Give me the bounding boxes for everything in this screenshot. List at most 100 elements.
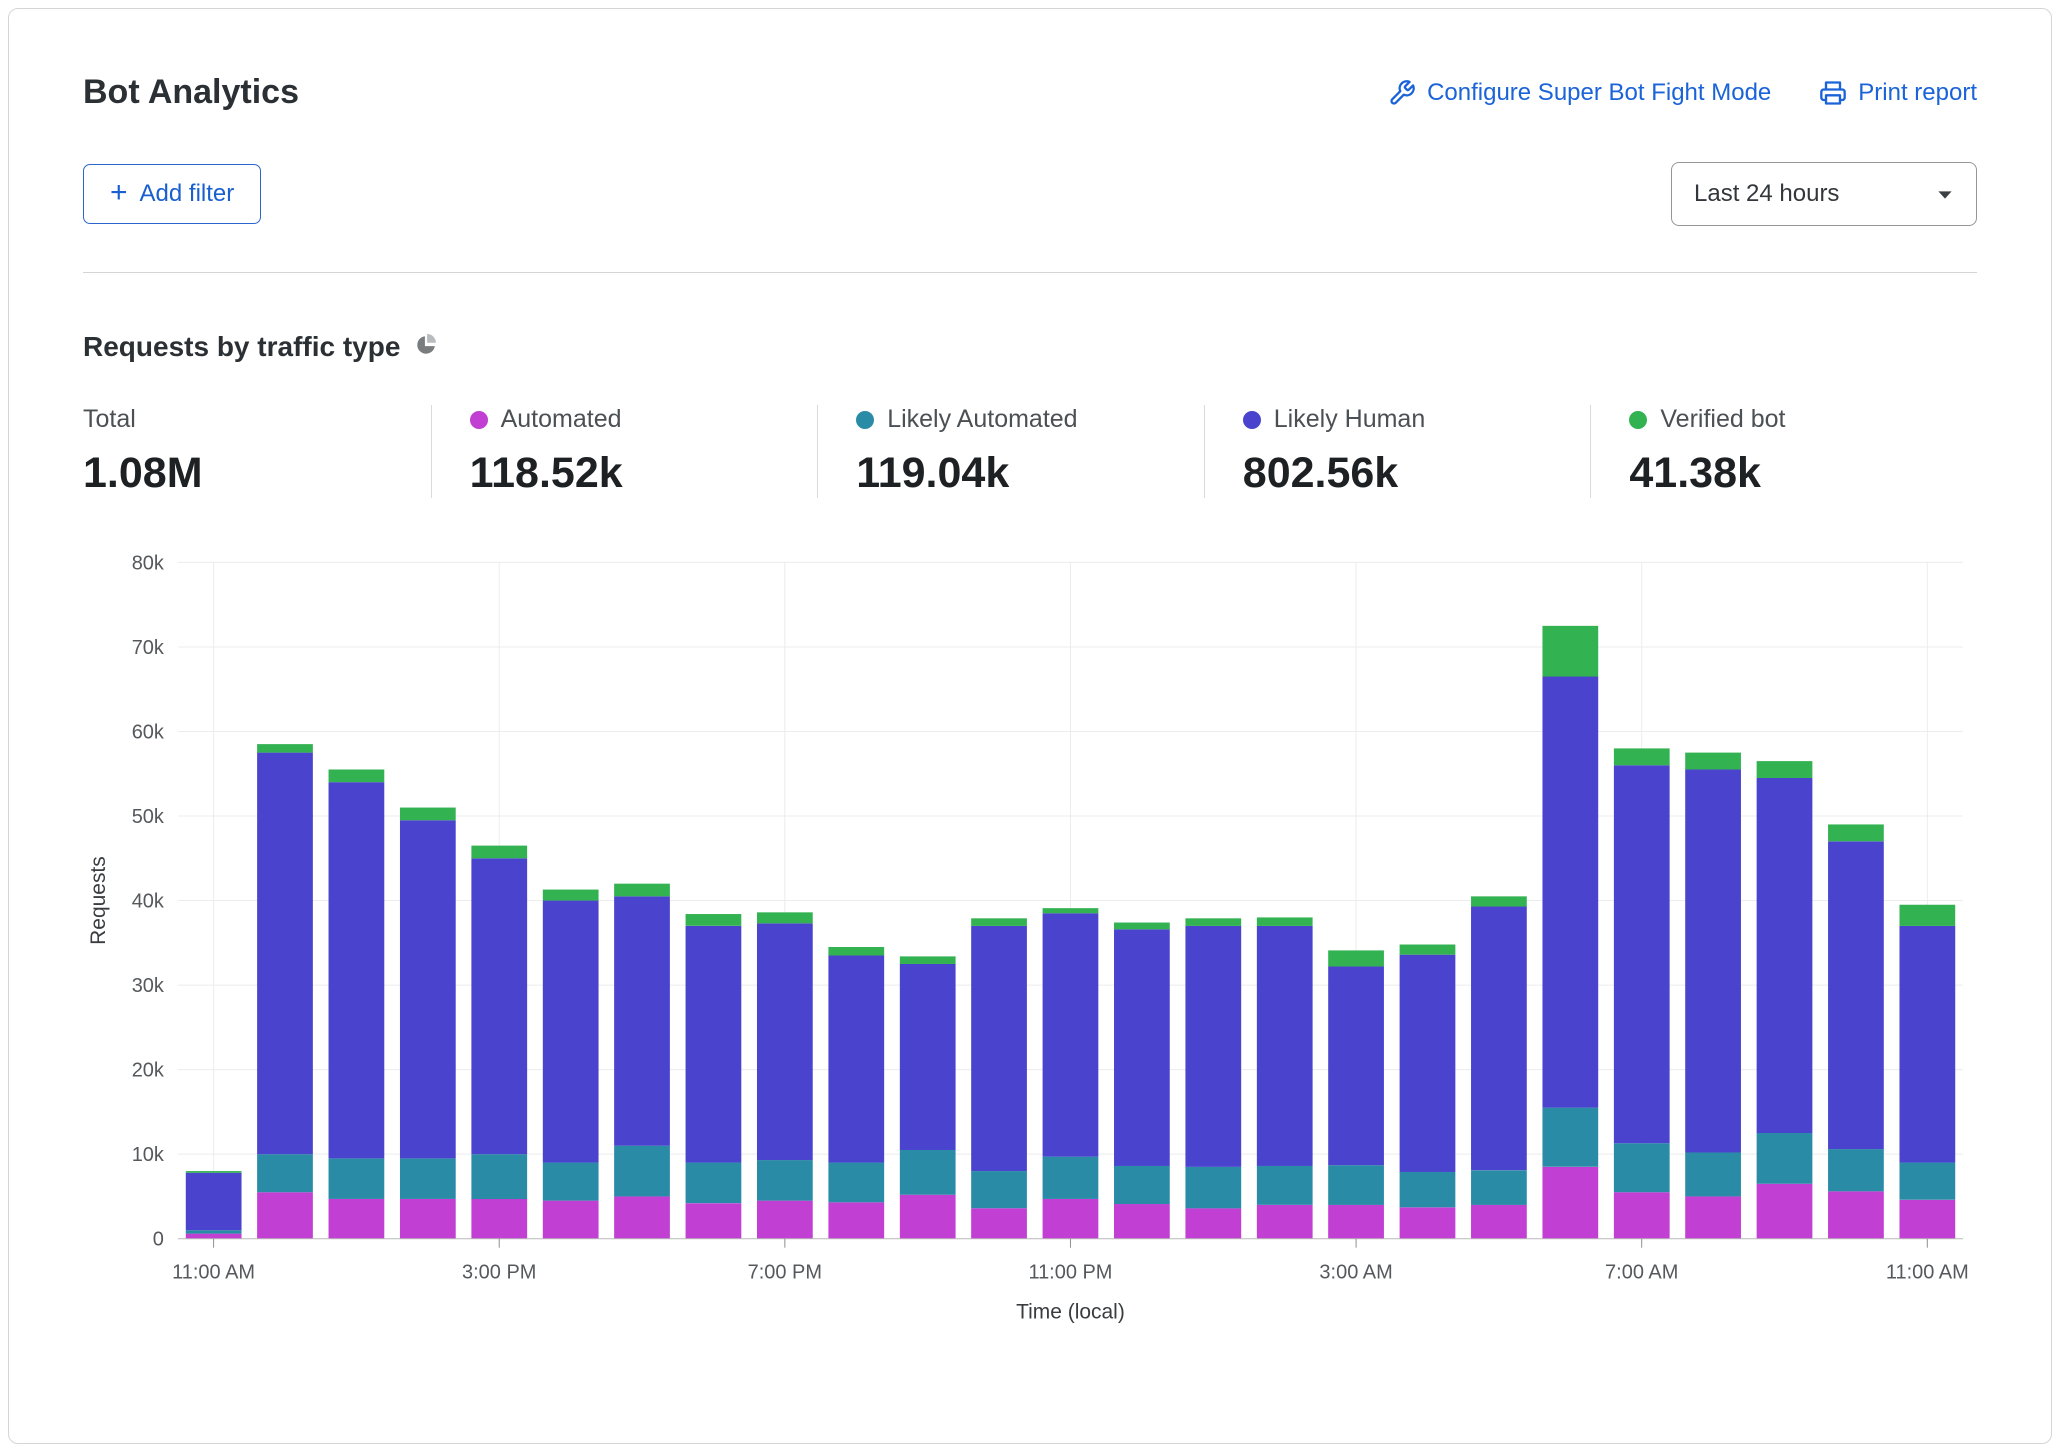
bar-segment-verified-bot[interactable]	[971, 918, 1027, 926]
bar-segment-likely-automated[interactable]	[1400, 1172, 1456, 1207]
bar-segment-automated[interactable]	[900, 1195, 956, 1239]
bar-segment-likely-automated[interactable]	[1328, 1165, 1384, 1205]
bar-segment-automated[interactable]	[1185, 1208, 1241, 1238]
bar-segment-likely-human[interactable]	[1328, 966, 1384, 1165]
bar-segment-verified-bot[interactable]	[1757, 761, 1813, 778]
bar-segment-automated[interactable]	[1542, 1167, 1598, 1239]
bar-segment-likely-human[interactable]	[1757, 778, 1813, 1133]
bar-segment-verified-bot[interactable]	[686, 914, 742, 926]
bar-segment-likely-human[interactable]	[400, 820, 456, 1158]
bar-segment-likely-automated[interactable]	[543, 1163, 599, 1201]
bar-segment-likely-human[interactable]	[471, 858, 527, 1154]
bar-segment-verified-bot[interactable]	[828, 947, 884, 955]
bar-segment-automated[interactable]	[257, 1192, 313, 1238]
bar-segment-likely-human[interactable]	[1185, 926, 1241, 1167]
bar-segment-automated[interactable]	[1471, 1205, 1527, 1239]
bar-segment-verified-bot[interactable]	[1328, 950, 1384, 966]
bar-segment-likely-human[interactable]	[1471, 906, 1527, 1170]
bar-segment-likely-human[interactable]	[1400, 955, 1456, 1172]
bar-segment-likely-automated[interactable]	[1114, 1166, 1170, 1204]
bar-segment-likely-human[interactable]	[1685, 769, 1741, 1152]
bar-segment-verified-bot[interactable]	[1685, 753, 1741, 770]
bar-segment-likely-automated[interactable]	[614, 1146, 670, 1197]
bar-segment-verified-bot[interactable]	[757, 912, 813, 923]
bar-segment-likely-automated[interactable]	[1043, 1157, 1099, 1199]
bar-segment-likely-automated[interactable]	[1899, 1163, 1955, 1200]
bar-segment-automated[interactable]	[1614, 1192, 1670, 1238]
bar-segment-verified-bot[interactable]	[1043, 908, 1099, 913]
bar-segment-automated[interactable]	[1828, 1191, 1884, 1238]
bar-segment-likely-human[interactable]	[1542, 676, 1598, 1107]
bar-segment-likely-human[interactable]	[1114, 929, 1170, 1166]
bar-segment-verified-bot[interactable]	[400, 808, 456, 821]
bar-segment-verified-bot[interactable]	[471, 846, 527, 859]
bar-segment-likely-human[interactable]	[257, 753, 313, 1155]
bar-segment-likely-automated[interactable]	[971, 1171, 1027, 1208]
bar-segment-likely-automated[interactable]	[257, 1154, 313, 1192]
bar-segment-verified-bot[interactable]	[1828, 824, 1884, 841]
bar-segment-automated[interactable]	[757, 1201, 813, 1239]
bar-segment-verified-bot[interactable]	[329, 769, 385, 782]
bar-segment-likely-automated[interactable]	[900, 1150, 956, 1195]
bar-segment-automated[interactable]	[1757, 1184, 1813, 1239]
bar-segment-verified-bot[interactable]	[1114, 923, 1170, 930]
bar-segment-automated[interactable]	[1043, 1199, 1099, 1239]
bar-segment-automated[interactable]	[471, 1199, 527, 1239]
bar-segment-likely-automated[interactable]	[1257, 1166, 1313, 1205]
bar-segment-verified-bot[interactable]	[1257, 917, 1313, 925]
bar-segment-likely-human[interactable]	[1257, 926, 1313, 1166]
bar-segment-verified-bot[interactable]	[1185, 918, 1241, 926]
bar-segment-likely-automated[interactable]	[1542, 1108, 1598, 1167]
bar-segment-automated[interactable]	[1400, 1207, 1456, 1238]
bar-segment-automated[interactable]	[1257, 1205, 1313, 1239]
bar-segment-likely-automated[interactable]	[1471, 1170, 1527, 1205]
bar-segment-likely-human[interactable]	[614, 896, 670, 1145]
bar-segment-verified-bot[interactable]	[614, 884, 670, 897]
bar-segment-automated[interactable]	[614, 1196, 670, 1238]
bar-segment-automated[interactable]	[1114, 1204, 1170, 1239]
bar-segment-automated[interactable]	[828, 1202, 884, 1238]
bar-segment-likely-automated[interactable]	[186, 1230, 242, 1233]
bar-segment-verified-bot[interactable]	[1400, 945, 1456, 955]
bar-segment-likely-automated[interactable]	[1828, 1149, 1884, 1191]
bar-segment-likely-automated[interactable]	[471, 1154, 527, 1199]
bar-segment-verified-bot[interactable]	[1899, 905, 1955, 926]
bar-segment-automated[interactable]	[543, 1201, 599, 1239]
bar-segment-likely-automated[interactable]	[757, 1160, 813, 1201]
bar-segment-automated[interactable]	[400, 1199, 456, 1239]
bar-segment-automated[interactable]	[971, 1208, 1027, 1238]
bar-segment-likely-human[interactable]	[329, 782, 385, 1158]
stat-total[interactable]: Total 1.08M	[83, 405, 431, 498]
stat-likely-human[interactable]: Likely Human 802.56k	[1204, 405, 1591, 498]
bar-segment-automated[interactable]	[1899, 1200, 1955, 1239]
bar-segment-likely-automated[interactable]	[1757, 1133, 1813, 1184]
bar-segment-likely-human[interactable]	[1828, 841, 1884, 1149]
add-filter-button[interactable]: + Add filter	[83, 164, 261, 224]
bar-segment-verified-bot[interactable]	[1614, 748, 1670, 765]
bar-segment-likely-automated[interactable]	[400, 1158, 456, 1199]
bar-segment-likely-automated[interactable]	[1685, 1152, 1741, 1196]
bar-segment-likely-human[interactable]	[543, 901, 599, 1163]
bar-segment-likely-human[interactable]	[757, 923, 813, 1160]
bar-segment-verified-bot[interactable]	[900, 956, 956, 964]
bar-segment-automated[interactable]	[1328, 1205, 1384, 1239]
bar-segment-likely-automated[interactable]	[329, 1158, 385, 1199]
bar-segment-likely-human[interactable]	[1043, 913, 1099, 1156]
bar-segment-likely-human[interactable]	[900, 964, 956, 1150]
bar-segment-verified-bot[interactable]	[543, 890, 599, 901]
bar-segment-likely-human[interactable]	[828, 955, 884, 1162]
bar-segment-likely-human[interactable]	[1899, 926, 1955, 1163]
bar-segment-likely-human[interactable]	[186, 1173, 242, 1230]
bar-segment-verified-bot[interactable]	[1471, 896, 1527, 906]
bar-segment-likely-human[interactable]	[686, 926, 742, 1163]
bar-segment-likely-automated[interactable]	[828, 1163, 884, 1203]
print-report-link[interactable]: Print report	[1819, 79, 1977, 107]
bar-segment-verified-bot[interactable]	[257, 744, 313, 752]
bar-segment-likely-automated[interactable]	[686, 1163, 742, 1204]
bar-segment-automated[interactable]	[186, 1234, 242, 1239]
bar-segment-likely-human[interactable]	[971, 926, 1027, 1171]
stat-verified-bot[interactable]: Verified bot 41.38k	[1590, 405, 1977, 498]
bar-segment-automated[interactable]	[686, 1203, 742, 1238]
bar-segment-likely-human[interactable]	[1614, 765, 1670, 1143]
bar-segment-verified-bot[interactable]	[1542, 626, 1598, 677]
